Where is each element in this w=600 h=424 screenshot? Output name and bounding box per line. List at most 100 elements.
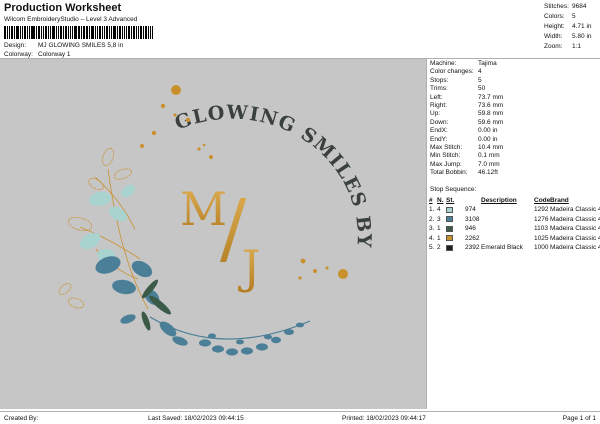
- color-swatch: [446, 216, 453, 223]
- info-value: 59.8 mm: [478, 110, 504, 118]
- info-row: Left: 73.7 mm: [430, 94, 598, 102]
- cell-brand: Madeira Classic 40: [550, 215, 600, 223]
- design-name: MJ GLOWING SMILES 5,8 in: [38, 42, 124, 49]
- info-label: Down:: [430, 118, 449, 126]
- stat-value: 5.80 in: [572, 33, 592, 40]
- header-cell: Description: [481, 197, 517, 204]
- stat-value: 5: [572, 13, 576, 20]
- table-row: 2. 3 3108 1276 Madeira Classic 40: [428, 215, 600, 224]
- info-label: Stops:: [430, 76, 449, 84]
- info-value: 0.00 in: [478, 127, 498, 135]
- info-row: Total Bobbin: 46.12ft: [430, 169, 598, 177]
- info-value: 0.1 mm: [478, 152, 500, 160]
- cell-code: 1025: [534, 234, 549, 242]
- info-value: 5: [478, 76, 482, 84]
- created-by: Created By:: [4, 414, 39, 422]
- software-subtitle: Wilcom EmbroideryStudio – Level 3 Advanc…: [4, 16, 138, 23]
- info-label: Machine:: [430, 60, 457, 67]
- stat-label: Zoom:: [544, 43, 563, 50]
- info-value: 50: [478, 85, 486, 93]
- stop-sequence-table: # N. St. Description Code Brand 1. 4 974 12…: [428, 196, 600, 252]
- info-value: 4: [478, 68, 482, 76]
- cell-swatch: [446, 216, 465, 223]
- info-label: Up:: [430, 110, 441, 118]
- stat-label: Colors:: [544, 13, 565, 20]
- info-row: EndY: 0.00 in: [430, 136, 598, 144]
- info-value: 73.6 mm: [478, 101, 504, 109]
- info-row: Trims: 50: [430, 85, 598, 93]
- info-value: 46.12ft: [478, 169, 498, 177]
- color-swatch: [446, 244, 453, 251]
- cell-code: 1000: [534, 243, 549, 251]
- cell-code: 1276: [534, 215, 549, 223]
- stat-label: Stitches:: [544, 3, 569, 10]
- worksheet-title: Production Worksheet: [4, 2, 122, 14]
- stat-value: 4.71 in: [572, 23, 592, 30]
- stat-height: Height: 4.71 in: [544, 22, 600, 32]
- cell-stitches: 3108: [465, 215, 480, 223]
- cell-needle: 1: [437, 234, 441, 242]
- footer: Created By: Last Saved: 18/02/2023 09:44…: [0, 412, 600, 424]
- cell-num: 4.: [429, 234, 435, 242]
- stat-value: 9684: [572, 3, 587, 10]
- info-value: 10.4 mm: [478, 143, 504, 151]
- wreath-leaves-bottom: [199, 322, 304, 356]
- cell-stitches: 974: [465, 206, 476, 214]
- teal-leaves: [95, 256, 188, 346]
- color-swatch: [446, 207, 453, 214]
- info-label: Color changes:: [430, 68, 474, 76]
- cell-stitches: 946: [465, 225, 476, 233]
- cell-stitches: 2392: [465, 243, 480, 251]
- stop-sequence-title: Stop Sequence:: [430, 186, 477, 193]
- table-row: 5. 2 2392 Emerald Black 1000 Madeira Classic …: [428, 243, 600, 252]
- last-saved: Last Saved: 18/02/2023 09:44:15: [148, 414, 244, 422]
- color-swatch: [446, 235, 453, 242]
- cell-num: 3.: [429, 225, 435, 233]
- info-row: Max Jump: 7.0 mm: [430, 161, 598, 169]
- barcode: [4, 26, 154, 39]
- header-cell: Brand: [550, 197, 569, 204]
- cell-code: 1292: [534, 206, 549, 214]
- cell-brand: Madeira Classic 40: [550, 225, 600, 233]
- info-label: EndX:: [430, 127, 448, 135]
- cell-needle: 1: [437, 225, 441, 233]
- info-label: Left:: [430, 93, 443, 101]
- stats-panel: Stitches: 9684 Colors: 5 Height: 4.71 in Wi…: [544, 2, 600, 52]
- stat-stitches: Stitches: 9684: [544, 2, 600, 12]
- info-label: Max Jump:: [430, 160, 462, 168]
- colorway-name: Colorway 1: [38, 51, 71, 58]
- info-row: EndX: 0.00 in: [430, 127, 598, 135]
- cell-num: 2.: [429, 215, 435, 223]
- cell-needle: 4: [437, 206, 441, 214]
- header-cell: #: [429, 197, 433, 204]
- table-row: 3. 1 946 1103 Madeira Classic 40: [428, 224, 600, 233]
- info-value: 7.0 mm: [478, 160, 500, 168]
- header-cell: St.: [446, 197, 455, 204]
- design-row: Design: MJ GLOWING SMILES 5,8 in: [4, 42, 123, 49]
- info-value: 73.7 mm: [478, 93, 504, 101]
- embroidery-design: GLOWING SMILES BY M / J: [58, 85, 374, 356]
- info-row: Right: 73.6 mm: [430, 102, 598, 110]
- info-label: Max Stitch:: [430, 143, 463, 151]
- cell-code: 1103: [534, 225, 548, 233]
- info-label: Total Bobbin:: [430, 169, 468, 177]
- info-label: EndY:: [430, 135, 448, 143]
- page-number: Page 1 of 1: [562, 414, 596, 422]
- colorway-label: Colorway:: [4, 51, 33, 58]
- design-preview: GLOWING SMILES BY M / J: [0, 59, 426, 409]
- info-row: Color changes: 4: [430, 68, 598, 76]
- info-row: Min Stitch: 0.1 mm: [430, 152, 598, 160]
- cell-needle: 3: [437, 215, 441, 223]
- info-label: Min Stitch:: [430, 152, 461, 160]
- stat-colors: Colors: 5: [544, 12, 600, 22]
- cell-swatch: [446, 225, 465, 232]
- info-row: Up: 59.8 mm: [430, 110, 598, 118]
- cell-brand: Madeira Classic 40: [550, 234, 600, 242]
- info-value: 59.6 mm: [478, 118, 504, 126]
- stat-label: Width:: [544, 33, 563, 40]
- stat-value: 1:1: [572, 43, 582, 50]
- info-value: Tajima: [478, 60, 497, 67]
- vertical-divider: [426, 59, 427, 409]
- cell-brand: Madeira Classic 40: [550, 243, 600, 251]
- design-label: Design:: [4, 42, 27, 49]
